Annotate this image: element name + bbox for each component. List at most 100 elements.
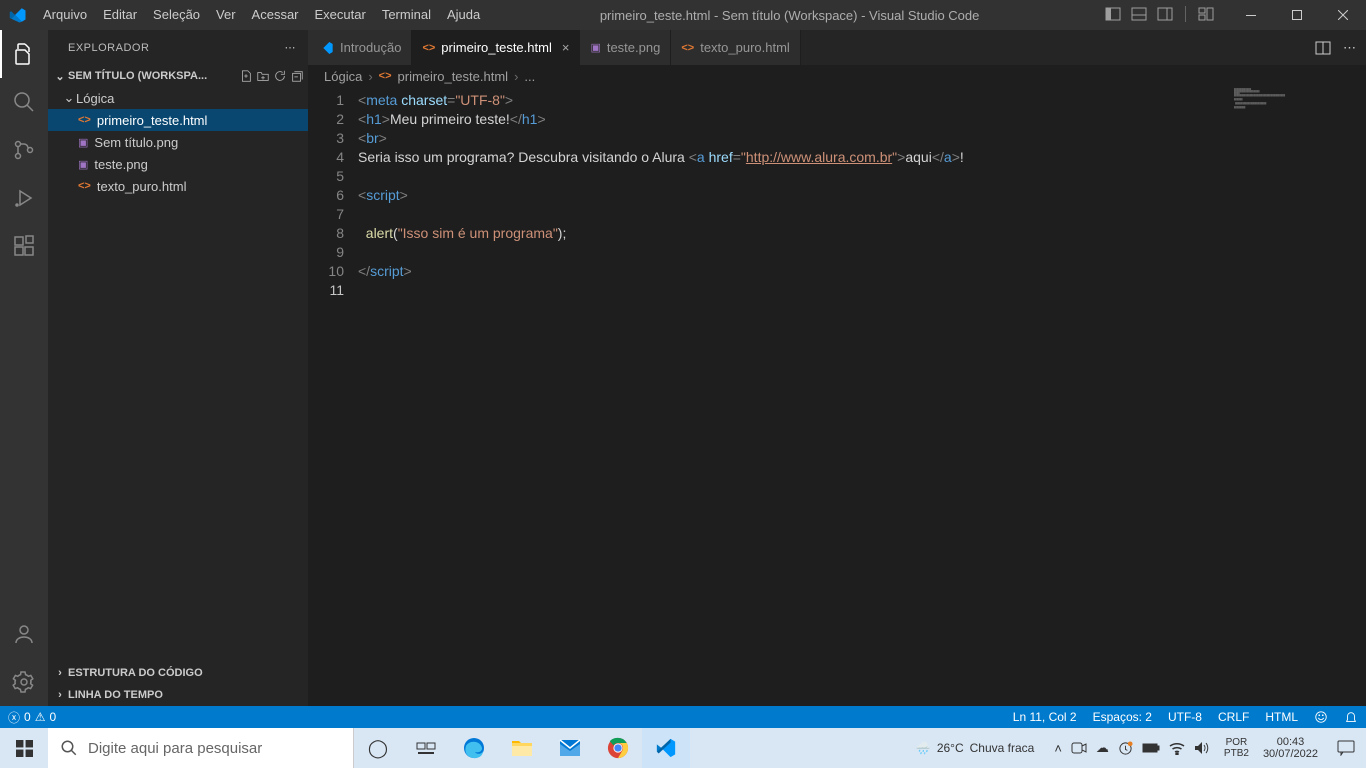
- taskbar-chrome-icon[interactable]: [594, 728, 642, 768]
- menu-acessar[interactable]: Acessar: [244, 0, 307, 30]
- activity-extensions-icon[interactable]: [0, 222, 48, 270]
- status-language[interactable]: HTML: [1257, 710, 1306, 724]
- breadcrumb-file[interactable]: primeiro_teste.html: [398, 69, 509, 84]
- file-item[interactable]: ▣ teste.png: [48, 153, 308, 175]
- folder-logica[interactable]: ⌄ Lógica: [48, 87, 308, 109]
- close-button[interactable]: [1320, 0, 1366, 30]
- tray-update-icon[interactable]: [1118, 741, 1133, 756]
- taskbar-taskview-icon[interactable]: [402, 728, 450, 768]
- outline-section-header[interactable]: › ESTRUTURA DO CÓDIGO: [48, 662, 308, 684]
- status-feedback-icon[interactable]: [1306, 710, 1336, 724]
- taskbar-clock[interactable]: 00:43 30/07/2022: [1255, 736, 1326, 760]
- status-notifications-icon[interactable]: [1336, 710, 1366, 724]
- tray-volume-icon[interactable]: [1194, 741, 1210, 755]
- menu-executar[interactable]: Executar: [307, 0, 374, 30]
- refresh-icon[interactable]: [273, 69, 287, 83]
- split-editor-icon[interactable]: [1315, 40, 1331, 56]
- line-number: 4: [308, 148, 344, 167]
- sidebar-more-icon[interactable]: ⋯: [281, 41, 301, 54]
- status-indentation[interactable]: Espaços: 2: [1085, 710, 1160, 724]
- editor-tab[interactable]: <>texto_puro.html: [671, 30, 800, 65]
- activity-explorer-icon[interactable]: [0, 30, 48, 78]
- workspace-name: SEM TÍTULO (WORKSPA...: [68, 70, 207, 82]
- tab-label: texto_puro.html: [700, 40, 790, 55]
- taskbar-weather[interactable]: 🌧️ 26°C Chuva fraca: [904, 741, 1046, 755]
- status-cursor-position[interactable]: Ln 11, Col 2: [1005, 710, 1085, 724]
- activity-settings-icon[interactable]: [0, 658, 48, 706]
- editor-tab[interactable]: <>primeiro_teste.html×: [412, 30, 580, 65]
- file-item[interactable]: <>primeiro_teste.html: [48, 109, 308, 131]
- editor-tab[interactable]: ▣teste.png: [580, 30, 671, 65]
- taskbar-mail-icon[interactable]: [546, 728, 594, 768]
- breadcrumb-folder[interactable]: Lógica: [324, 69, 362, 84]
- activity-scm-icon[interactable]: [0, 126, 48, 174]
- activity-search-icon[interactable]: [0, 78, 48, 126]
- html-file-icon: <>: [78, 180, 91, 192]
- timeline-section-header[interactable]: › LINHA DO TEMPO: [48, 684, 308, 706]
- vscode-icon: [318, 40, 334, 56]
- menu-editar[interactable]: Editar: [95, 0, 145, 30]
- minimap[interactable]: ████████████████████████████████████████…: [1232, 87, 1352, 706]
- image-file-icon: ▣: [78, 158, 88, 171]
- file-item[interactable]: <>texto_puro.html: [48, 175, 308, 197]
- taskbar-cortana-icon[interactable]: ◯: [354, 728, 402, 768]
- activity-bar: [0, 30, 48, 706]
- line-number: 3: [308, 129, 344, 148]
- tray-wifi-icon[interactable]: [1169, 741, 1185, 755]
- breadcrumbs[interactable]: Lógica › <> primeiro_teste.html › ...: [308, 65, 1366, 87]
- taskbar-language[interactable]: POR PTB2: [1218, 737, 1255, 759]
- tab-actions: ⋯: [1305, 30, 1366, 65]
- search-icon: [60, 739, 78, 757]
- window-controls: [1228, 0, 1366, 30]
- status-eol[interactable]: CRLF: [1210, 710, 1257, 724]
- tray-onedrive-icon[interactable]: ☁: [1096, 740, 1109, 756]
- status-problems[interactable]: ⓧ0 ⚠0: [0, 709, 64, 726]
- menu-ajuda[interactable]: Ajuda: [439, 0, 488, 30]
- menu-terminal[interactable]: Terminal: [374, 0, 439, 30]
- taskbar-edge-icon[interactable]: [450, 728, 498, 768]
- new-folder-icon[interactable]: [256, 69, 270, 83]
- image-file-icon: ▣: [78, 136, 88, 149]
- collapse-all-icon[interactable]: [290, 69, 304, 83]
- code-editor[interactable]: 1234567891011 <meta charset="UTF-8"><h1>…: [308, 87, 1366, 706]
- breadcrumb-more[interactable]: ...: [524, 69, 535, 84]
- timeline-label: LINHA DO TEMPO: [68, 689, 163, 701]
- start-button[interactable]: [0, 728, 48, 768]
- tray-chevron-up-icon[interactable]: ˄: [1054, 741, 1062, 756]
- activity-account-icon[interactable]: [0, 610, 48, 658]
- tray-battery-icon[interactable]: [1142, 742, 1160, 754]
- menu-arquivo[interactable]: Arquivo: [35, 0, 95, 30]
- code-content[interactable]: <meta charset="UTF-8"><h1>Meu primeiro t…: [358, 87, 1366, 706]
- new-file-icon[interactable]: [239, 69, 253, 83]
- activity-debug-icon[interactable]: [0, 174, 48, 222]
- toggle-panel-icon[interactable]: [1131, 6, 1147, 25]
- status-bar: ⓧ0 ⚠0 Ln 11, Col 2 Espaços: 2 UTF-8 CRLF…: [0, 706, 1366, 728]
- line-number: 1: [308, 91, 344, 110]
- menu-selecao[interactable]: Seleção: [145, 0, 208, 30]
- toggle-primary-sidebar-icon[interactable]: [1105, 6, 1121, 25]
- menu-ver[interactable]: Ver: [208, 0, 244, 30]
- weather-temp: 26°C: [937, 741, 964, 755]
- toggle-secondary-sidebar-icon[interactable]: [1157, 6, 1173, 25]
- chevron-down-icon: ⌄: [62, 90, 76, 106]
- file-label: teste.png: [94, 157, 148, 172]
- workspace-section-header[interactable]: ⌄ SEM TÍTULO (WORKSPA...: [48, 65, 308, 87]
- taskbar-notifications-icon[interactable]: [1326, 740, 1366, 756]
- tab-close-icon[interactable]: ×: [562, 40, 570, 55]
- explorer-sidebar: EXPLORADOR ⋯ ⌄ SEM TÍTULO (WORKSPA... ⌄ …: [48, 30, 308, 706]
- taskbar-vscode-icon[interactable]: [642, 728, 690, 768]
- tab-label: Introdução: [340, 40, 401, 55]
- taskbar-explorer-icon[interactable]: [498, 728, 546, 768]
- line-number: 9: [308, 243, 344, 262]
- status-encoding[interactable]: UTF-8: [1160, 710, 1210, 724]
- minimize-button[interactable]: [1228, 0, 1274, 30]
- more-actions-icon[interactable]: ⋯: [1343, 40, 1356, 56]
- tray-meet-now-icon[interactable]: [1071, 741, 1087, 755]
- customize-layout-icon[interactable]: [1198, 6, 1214, 25]
- taskbar-search[interactable]: Digite aqui para pesquisar: [48, 728, 354, 768]
- file-item[interactable]: ▣Sem título.png: [48, 131, 308, 153]
- chevron-right-icon: ›: [514, 69, 518, 84]
- taskbar-pinned-apps: ◯: [354, 728, 690, 768]
- editor-tab[interactable]: Introdução: [308, 30, 412, 65]
- maximize-button[interactable]: [1274, 0, 1320, 30]
